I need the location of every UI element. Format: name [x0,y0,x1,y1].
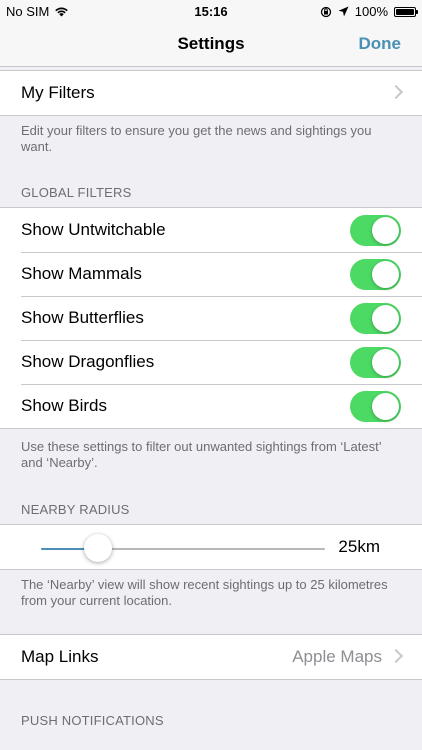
chevron-right-icon [388,648,404,664]
map-links-label: Map Links [21,647,99,666]
map-links-group: Map Links Apple Maps [0,634,422,680]
battery-icon [394,6,418,17]
map-links-cell[interactable]: Map Links Apple Maps [0,635,422,679]
toggle-cell-mammals: Show Mammals [0,252,422,296]
toggle-knob [372,261,399,288]
done-button[interactable]: Done [359,34,402,54]
toggle-knob [372,305,399,332]
toggle-knob [372,217,399,244]
my-filters-cell[interactable]: My Filters [0,71,422,115]
toggle-cell-untwitchable: Show Untwitchable [0,208,422,252]
birds-toggle[interactable] [350,391,401,422]
radius-slider-cell: 25km [0,525,422,569]
toggle-label: Show Mammals [21,264,142,283]
global-filters-header: GLOBAL FILTERS [21,185,132,200]
toggle-cell-birds: Show Birds [0,384,422,428]
mammals-toggle[interactable] [350,259,401,290]
status-right: 100% [320,4,418,19]
untwitchable-toggle[interactable] [350,215,401,246]
filters-footer: Edit your filters to ensure you get the … [21,123,372,154]
orientation-lock-icon [320,6,331,17]
toggle-label: Show Birds [21,396,107,415]
radius-slider-thumb[interactable] [83,534,112,562]
radius-value: 25km [338,537,380,556]
toggle-cell-dragonflies: Show Dragonflies [0,340,422,384]
global-filters-group: Show Untwitchable Show Mammals Show Butt… [0,207,422,429]
chevron-right-icon [388,84,404,100]
toggle-knob [372,393,399,420]
toggle-label: Show Dragonflies [21,352,155,371]
battery-fill [396,8,414,15]
nearby-radius-header: NEARBY RADIUS [21,502,130,517]
location-arrow-icon [338,6,349,17]
toggle-knob [372,349,399,376]
my-filters-label: My Filters [21,83,95,102]
battery-percent: 100% [354,4,388,19]
toggle-label: Show Untwitchable [21,220,166,239]
filters-group: My Filters [0,70,422,116]
map-links-value: Apple Maps [292,647,382,666]
navigation-bar: Settings Done [0,24,422,67]
push-notifications-header: PUSH NOTIFICATIONS [21,713,164,728]
dragonflies-toggle[interactable] [350,347,401,378]
toggle-cell-butterflies: Show Butterflies [0,296,422,340]
status-bar: No SIM 15:16 100% [0,0,422,24]
toggle-label: Show Butterflies [21,308,144,327]
nearby-radius-footer: The ‘Nearby’ view will show recent sight… [21,577,388,608]
butterflies-toggle[interactable] [350,303,401,334]
global-filters-footer: Use these settings to filter out unwante… [21,439,382,470]
nearby-radius-group: 25km [0,524,422,570]
